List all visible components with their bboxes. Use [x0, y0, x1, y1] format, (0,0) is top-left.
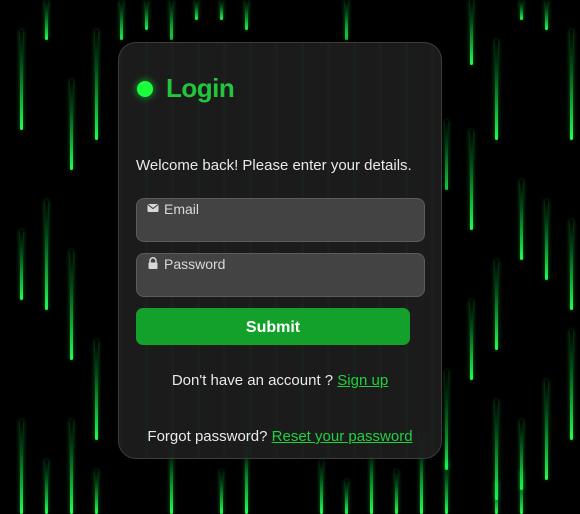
submit-button[interactable]: Submit: [136, 308, 410, 345]
email-field[interactable]: Email: [136, 198, 425, 242]
rain-streak: [570, 30, 573, 140]
rain-streak: [395, 470, 398, 514]
rain-streak: [95, 470, 98, 514]
rain-streak: [445, 370, 448, 470]
rain-streak: [120, 0, 123, 40]
rain-streak: [70, 420, 73, 514]
password-placeholder: Password: [164, 256, 226, 272]
rain-streak: [470, 0, 473, 65]
rain-streak: [320, 460, 323, 514]
welcome-message: Welcome back! Please enter your details.: [136, 157, 412, 174]
rain-streak: [245, 0, 248, 30]
signup-prompt: Don't have an account ?: [171, 372, 334, 389]
rain-streak: [445, 460, 448, 514]
rain-streak: [220, 470, 223, 514]
rain-streak: [570, 220, 573, 310]
rain-streak: [545, 0, 548, 30]
rain-streak: [145, 0, 148, 30]
rain-streak: [545, 200, 548, 280]
rain-streak: [70, 250, 73, 360]
rain-streak: [520, 470, 523, 514]
login-card: Login Welcome back! Please enter your de…: [118, 42, 442, 459]
rain-streak: [95, 340, 98, 440]
rain-streak: [495, 260, 498, 350]
login-screen: Login Welcome back! Please enter your de…: [0, 0, 580, 514]
rain-streak: [195, 0, 198, 20]
signup-link[interactable]: Sign up: [337, 372, 388, 389]
rain-streak: [220, 0, 223, 20]
rain-streak: [170, 0, 173, 40]
forgot-prompt: Forgot password?: [147, 428, 268, 445]
rain-streak: [20, 230, 23, 300]
status-dot-icon: [137, 81, 153, 97]
rain-streak: [520, 180, 523, 260]
mail-icon: [147, 204, 159, 212]
password-field[interactable]: Password: [136, 253, 425, 297]
rain-streak: [95, 30, 98, 140]
rain-streak: [45, 200, 48, 310]
rain-streak: [70, 80, 73, 170]
signup-row: Don't have an account ? Sign up: [119, 372, 441, 389]
rain-streak: [445, 120, 448, 190]
rain-streak: [45, 0, 48, 40]
rain-streak: [345, 0, 348, 40]
rain-streak: [345, 480, 348, 514]
card-glow: [119, 43, 441, 458]
rain-streak: [20, 420, 23, 514]
email-placeholder: Email: [164, 201, 200, 217]
rain-streak: [495, 480, 498, 514]
rain-streak: [520, 0, 523, 20]
rain-streak: [495, 40, 498, 140]
rain-streak: [470, 300, 473, 380]
rain-streak: [470, 130, 473, 230]
forgot-row: Forgot password? Reset your password: [119, 428, 441, 445]
rain-streak: [20, 30, 23, 130]
reset-password-link[interactable]: Reset your password: [272, 428, 413, 445]
rain-streak: [545, 380, 548, 480]
rain-streak: [45, 460, 48, 514]
login-title: Login: [166, 73, 235, 103]
rain-streak: [570, 330, 573, 440]
lock-icon: [148, 257, 158, 269]
